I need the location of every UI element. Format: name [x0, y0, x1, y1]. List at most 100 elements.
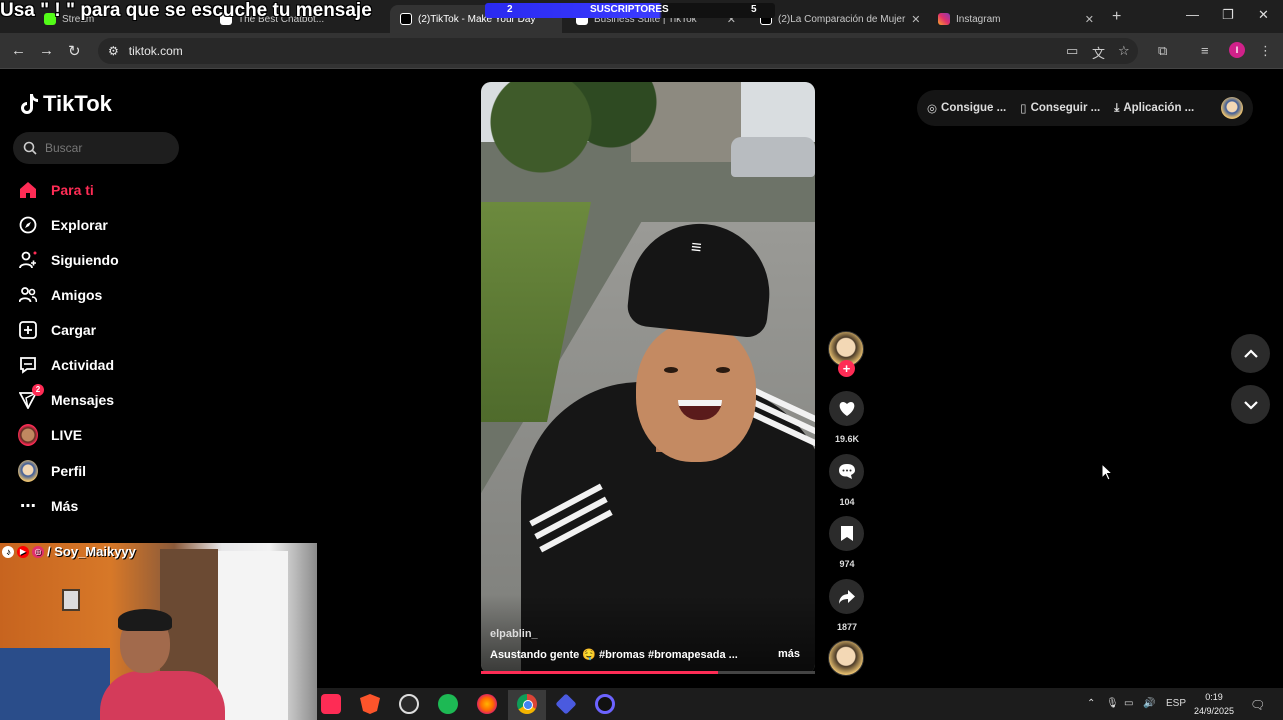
- address-bar[interactable]: ⚙ tiktok.com: [98, 38, 1138, 64]
- logo-text: TikTok: [43, 91, 112, 116]
- notifications-icon[interactable]: 🗨: [1250, 698, 1265, 712]
- tray-language[interactable]: ESP: [1166, 698, 1186, 709]
- taskbar-firefox-icon[interactable]: [477, 694, 497, 714]
- save-button[interactable]: [829, 516, 864, 551]
- tray-microphone-icon[interactable]: 🎙: [1106, 698, 1119, 709]
- tiktok-note-icon: [21, 94, 38, 114]
- upload-icon: [18, 320, 38, 340]
- video-username[interactable]: elpablin_: [490, 628, 538, 640]
- site-settings-icon[interactable]: ⚙: [108, 44, 119, 58]
- save-count: 974: [839, 559, 855, 569]
- phone-icon: ▯: [1020, 103, 1027, 115]
- minimize-icon[interactable]: —: [1186, 7, 1199, 22]
- mouse-cursor-icon: [1101, 463, 1113, 481]
- forward-icon[interactable]: →: [39, 42, 54, 59]
- adidas-logo-icon: ≡: [690, 236, 703, 258]
- sidebar-item-perfil[interactable]: Perfil: [18, 460, 87, 482]
- translate-icon[interactable]: 文: [1092, 43, 1105, 62]
- video-player[interactable]: ≡: [481, 82, 815, 674]
- extensions-icon[interactable]: ⧉: [1158, 43, 1167, 59]
- share-count: 1877: [836, 622, 858, 632]
- bookmark-icon: [840, 526, 853, 541]
- media-control-icon[interactable]: ≡: [1201, 43, 1209, 58]
- following-icon: [18, 250, 38, 270]
- sidebar-item-mas[interactable]: ⋯ Más: [18, 496, 78, 516]
- caption-more-button[interactable]: más: [778, 648, 800, 661]
- browser-profile-avatar[interactable]: I: [1229, 42, 1245, 58]
- follow-plus-button[interactable]: +: [838, 360, 855, 377]
- sound-disc-avatar[interactable]: [828, 640, 864, 676]
- streamer-webcam: [0, 543, 317, 720]
- comment-icon: [838, 464, 855, 479]
- messages-badge: 2: [32, 384, 44, 396]
- sidebar-item-explorar[interactable]: Explorar: [18, 215, 108, 235]
- taskbar-chrome-icon[interactable]: [517, 694, 537, 714]
- sidebar-item-label: Cargar: [51, 322, 97, 338]
- sidebar-item-siguiendo[interactable]: Siguiendo: [18, 250, 119, 270]
- bookmark-star-icon[interactable]: ☆: [1118, 43, 1130, 59]
- tiktok-logo[interactable]: TikTok: [19, 91, 112, 117]
- video-person-face: [636, 322, 756, 462]
- get-coins-button[interactable]: ◎ Consigue ...: [927, 101, 1006, 115]
- heart-icon: [839, 401, 854, 416]
- sidebar-item-live[interactable]: LIVE: [18, 424, 82, 446]
- sidebar-item-amigos[interactable]: Amigos: [18, 285, 102, 305]
- menu-kebab-icon[interactable]: ⋮: [1259, 43, 1272, 59]
- tray-volume-icon[interactable]: 🔊: [1143, 698, 1155, 709]
- sidebar-item-label: Amigos: [51, 287, 103, 303]
- previous-video-button[interactable]: [1231, 334, 1270, 373]
- taskbar-tiktok-icon[interactable]: [321, 694, 341, 714]
- share-button[interactable]: [829, 579, 864, 614]
- sidebar-item-actividad[interactable]: Actividad: [18, 355, 114, 375]
- reload-icon[interactable]: ↻: [68, 42, 81, 60]
- instagram-icon: ◎: [32, 545, 44, 558]
- comment-button[interactable]: [829, 454, 864, 489]
- coin-icon: ◎: [927, 103, 938, 115]
- tray-chevron-up-icon[interactable]: ⌃: [1087, 698, 1095, 709]
- cast-icon[interactable]: ▭: [1066, 43, 1078, 59]
- search-icon: [23, 141, 37, 155]
- youtube-icon: ▶: [17, 545, 29, 558]
- taskbar-spotify-icon[interactable]: [438, 694, 458, 714]
- browser-tab-instagram[interactable]: Instagram ✕: [928, 5, 1104, 33]
- search-input[interactable]: Buscar: [13, 132, 179, 164]
- new-tab-button[interactable]: +: [1112, 8, 1121, 26]
- tray-network-icon[interactable]: ▭: [1124, 698, 1133, 709]
- taskbar-obs-icon[interactable]: [399, 694, 419, 714]
- subscriber-goal-bar: 2 SUSCRIPTORES 5: [485, 3, 775, 18]
- chevron-down-icon: [1243, 400, 1258, 410]
- restore-icon[interactable]: ❐: [1222, 7, 1234, 23]
- sidebar-item-label: Explorar: [51, 217, 108, 233]
- tiktok-icon: ♪: [2, 545, 14, 558]
- back-icon[interactable]: ←: [11, 42, 26, 59]
- user-avatar[interactable]: [1221, 97, 1243, 119]
- pill-label: Consigue ...: [941, 102, 1007, 114]
- sidebar-item-mensajes[interactable]: 2 Mensajes: [18, 384, 115, 410]
- video-progress-bar[interactable]: [481, 671, 815, 674]
- sidebar-item-cargar[interactable]: Cargar: [18, 320, 96, 340]
- tiktok-icon: [400, 13, 412, 25]
- get-app-button[interactable]: ▯ Conseguir ...: [1020, 101, 1100, 115]
- webcam-picture-frame: [62, 589, 80, 611]
- webcam-handle-text: / Soy_Maikyyy: [47, 544, 136, 559]
- next-video-button[interactable]: [1231, 385, 1270, 424]
- taskbar-cortana-icon[interactable]: [595, 694, 615, 714]
- like-button[interactable]: [829, 391, 864, 426]
- more-icon: ⋯: [20, 498, 36, 515]
- sidebar-item-label: Perfil: [51, 463, 87, 479]
- window-close-icon[interactable]: ✕: [1258, 7, 1269, 23]
- download-app-button[interactable]: ⤓ Aplicación ...: [1114, 102, 1194, 115]
- sidebar-item-label: Mensajes: [51, 392, 115, 408]
- messages-icon: 2: [18, 384, 44, 410]
- close-icon[interactable]: ✕: [1085, 13, 1094, 26]
- browser-tab-comparacion[interactable]: (2)La Comparación de Mujer ✕: [750, 5, 922, 33]
- friends-icon: [18, 285, 38, 305]
- sidebar-item-para-ti[interactable]: Para ti: [18, 180, 94, 200]
- subs-goal: 5: [751, 4, 757, 15]
- taskbar-clock[interactable]: 0:19 24/9/2025: [1188, 690, 1240, 718]
- close-icon[interactable]: ✕: [911, 13, 920, 26]
- taskbar-brave-icon[interactable]: [360, 694, 380, 714]
- home-icon: [18, 180, 38, 200]
- browser-toolbar: ← → ↻ ⚙ tiktok.com ▭ 文 ☆ ⧉ ≡ ⋮: [0, 33, 1283, 69]
- subs-label: SUSCRIPTORES: [590, 4, 669, 15]
